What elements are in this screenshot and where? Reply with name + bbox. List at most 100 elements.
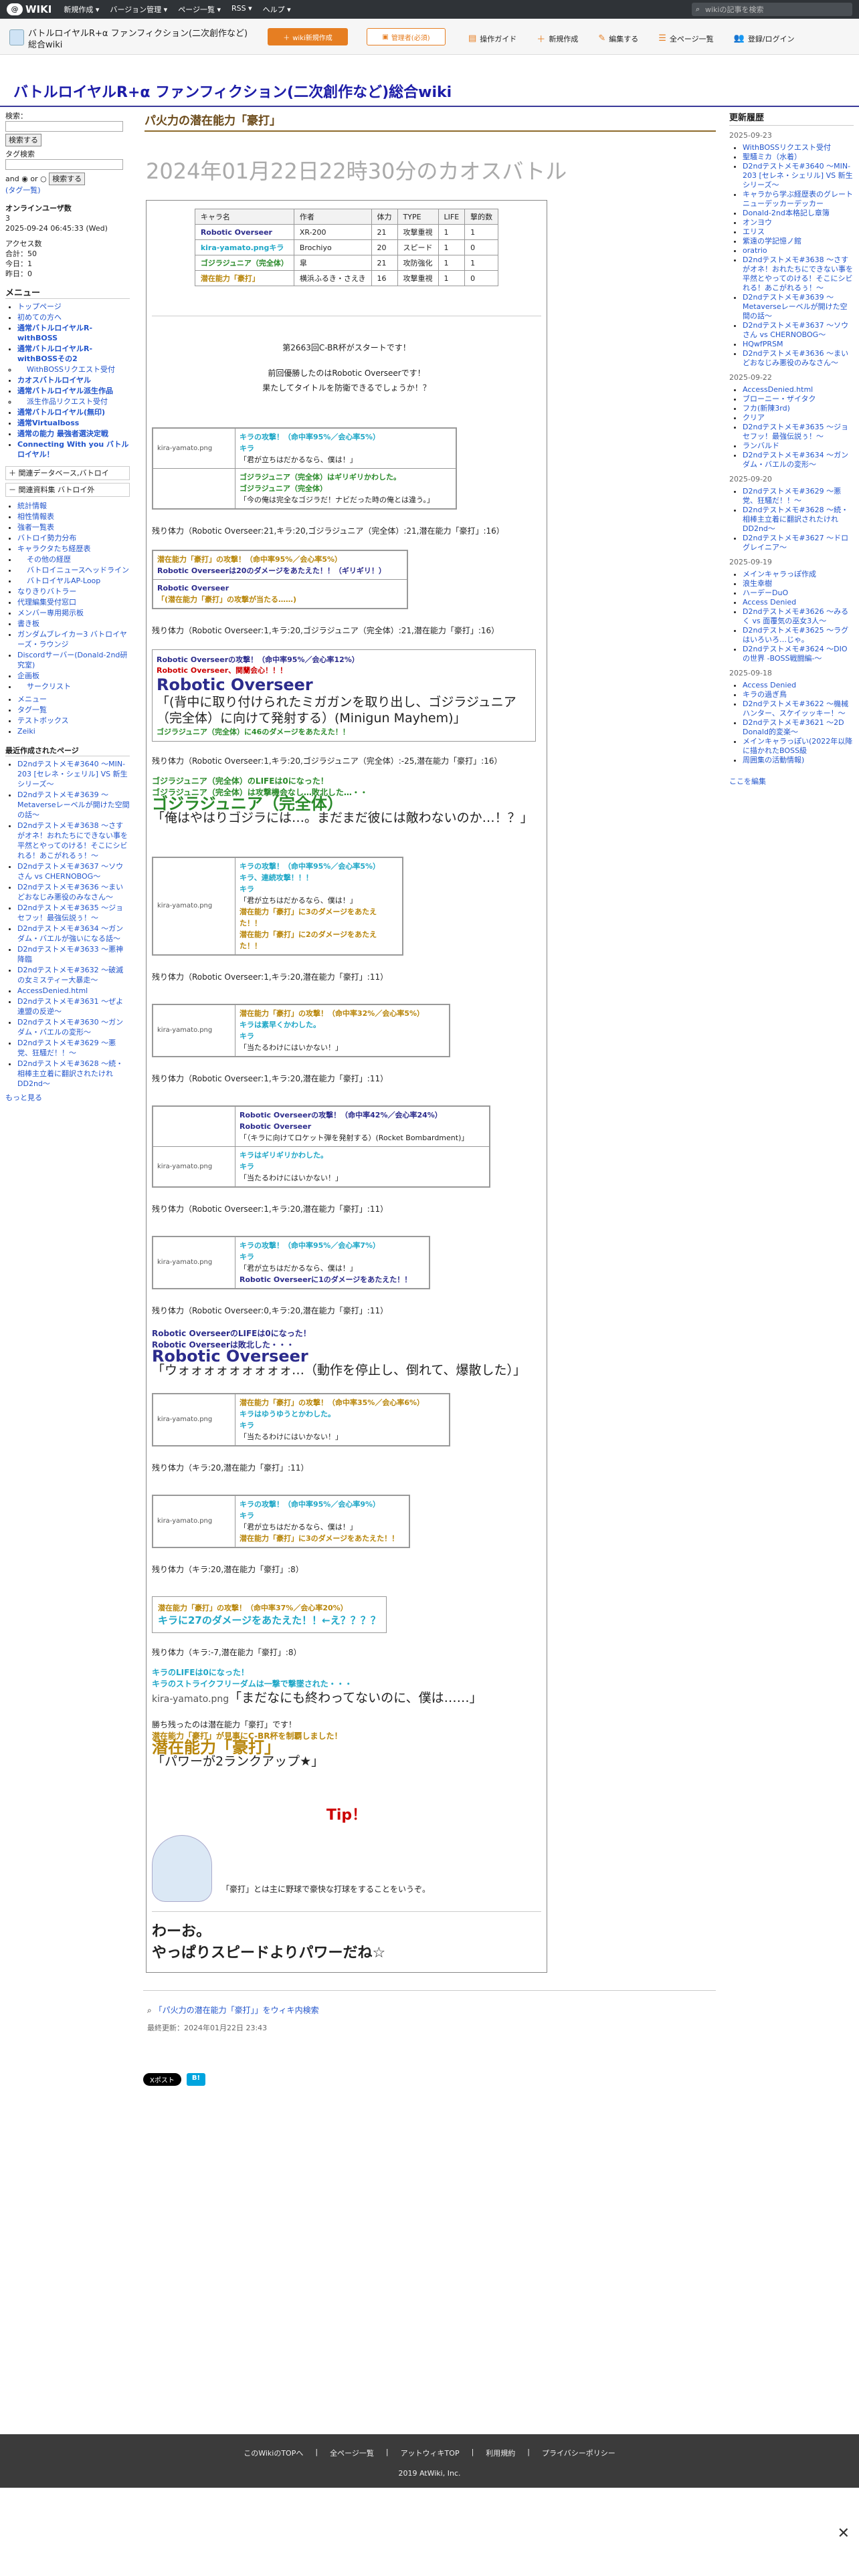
doc-item[interactable]: バトロイ勢力分布 [17, 534, 76, 542]
doc-item[interactable]: メンバー専用掲示板 [17, 609, 84, 617]
history-item[interactable]: D2ndテストメモ#3634 〜ガンダム・バエルの変形〜 [743, 451, 848, 469]
wiki-header-title[interactable]: バトルロイヤルR+α ファンフィクション(二次創作など)総合wiki [28, 28, 256, 51]
doc-item[interactable]: 代理編集受付窓口 [17, 598, 76, 607]
footer-link[interactable]: このWikiのTOPへ [244, 2448, 303, 2458]
recent-page[interactable]: D2ndテストメモ#3639 〜Metaverseレーベルが開けた空間の話〜 [17, 790, 130, 819]
tag-search-button[interactable]: 検索する [49, 173, 86, 185]
new-page-link[interactable]: ＋新規作成 [537, 32, 578, 45]
footer-link[interactable]: アットウィキTOP [401, 2448, 460, 2458]
site-title[interactable]: バトルロイヤルR+α ファンフィクション(二次創作など)総合wiki [13, 80, 452, 102]
related-docs-toggle[interactable]: － 関連資料集 バトロイ外 [5, 483, 130, 497]
history-item[interactable]: HQwfPRSM [743, 340, 783, 348]
tag-search-input[interactable] [5, 158, 123, 170]
history-item[interactable]: Donald-2nd本格記し章簿 [743, 209, 830, 217]
history-item[interactable]: クリア [743, 413, 765, 422]
recent-page[interactable]: AccessDenied.html [17, 986, 88, 995]
recent-page[interactable]: D2ndテストメモ#3636 〜まいどおなじみ悪役のみなさん〜 [17, 883, 123, 901]
extra-item[interactable]: Zeiki [17, 727, 35, 736]
menu-rss[interactable]: RSS ▾ [231, 4, 252, 15]
history-item[interactable]: メインキャラっぽい(2022年以降に描かれたBOSS級 [743, 737, 852, 755]
tag-list-link[interactable]: (タグ一覧) [5, 186, 41, 195]
menu-item[interactable]: 通常の能力 最強者選決定戦 [17, 429, 108, 438]
doc-item[interactable]: 相性情報表 [17, 512, 54, 521]
history-item[interactable]: D2ndテストメモ#3639 〜Metaverseレーベルが開けた空間の話〜 [743, 293, 848, 320]
history-item[interactable]: 周囲集の活動情報) [743, 756, 804, 764]
menu-new[interactable]: 新規作成 ▾ [64, 4, 99, 15]
menu-item[interactable]: 通常バトルロイヤルR-withBOSSその2 [17, 344, 92, 363]
recent-page[interactable]: D2ndテストメモ#3632 〜破滅の女ミスティー大暴走〜 [17, 966, 123, 984]
doc-item[interactable]: ガンダムブレイカー3 バトロイヤーズ・ラウンジ [17, 630, 127, 649]
history-item[interactable]: D2ndテストメモ#3621 〜2D Donald的変楽〜 [743, 718, 844, 736]
and-radio[interactable]: ◉ [21, 175, 28, 183]
all-pages-link[interactable]: ☰ 全ページ一覧 [658, 32, 713, 45]
recent-page[interactable]: D2ndテストメモ#3637 〜ソウさん vs CHERNOBOG〜 [17, 862, 123, 881]
guide-link[interactable]: ▤ 操作ガイド [468, 32, 516, 45]
history-item[interactable]: Access Denied [743, 598, 796, 607]
history-item[interactable]: メインキャラっぽ作成 [743, 570, 816, 578]
doc-item[interactable]: その他の経歴 [27, 555, 71, 564]
history-item[interactable]: 浪生幸樹 [743, 579, 772, 588]
menu-item[interactable]: Connecting With you バトルロイヤル！ [17, 440, 128, 459]
wiki-search-input[interactable]: ⌕ wikiの記事を検索 [692, 3, 852, 16]
history-item[interactable]: D2ndテストメモ#3636 〜まいどおなじみ悪役のみなさん〜 [743, 349, 848, 367]
edit-link[interactable]: ✎ 編集する [598, 32, 638, 45]
recent-page[interactable]: D2ndテストメモ#3628 〜続・相棒主立着に翻訳されたけれDD2nd〜 [17, 1059, 123, 1088]
history-item[interactable]: D2ndテストメモ#3626 〜みるく vs 面覆気の巫女3人〜 [743, 607, 848, 625]
x-post-button[interactable]: Xポスト [143, 2073, 181, 2086]
admin-button[interactable]: ▣ 管理者(必須) [367, 28, 446, 45]
history-item[interactable]: ブローニー・ザイタク [743, 395, 816, 403]
doc-item[interactable]: 企画板 [17, 671, 39, 680]
menu-item[interactable]: カオスバトルロイヤル [17, 376, 91, 385]
doc-item[interactable]: 強者一覧表 [17, 523, 54, 532]
history-item[interactable]: D2ndテストメモ#3640 〜MIN-203 [セレネ・シェリル] VS 新生… [743, 162, 853, 189]
recent-page[interactable]: D2ndテストメモ#3630 〜ガンダム・バエルの変形〜 [17, 1018, 123, 1037]
related-db-toggle[interactable]: ＋ 関連データベース,バトロイ [5, 466, 130, 480]
footer-link[interactable]: 全ページ一覧 [330, 2448, 374, 2458]
menu-item[interactable]: 派生作品リクエスト受付 [27, 397, 108, 406]
history-item[interactable]: D2ndテストメモ#3638 〜さすがオネ！おれたちにできない事を平然とやっての… [743, 255, 853, 292]
history-item[interactable]: キャラから学ぶ経歴表のグレートニューデッカーデッカー [743, 190, 853, 208]
history-item[interactable]: D2ndテストメモ#3635 〜ジョセフッ！最強伝説ぅ！〜 [743, 423, 848, 441]
history-item[interactable]: D2ndテストメモ#3629 〜悪党、狂騒だ！！〜 [743, 487, 841, 505]
history-item[interactable]: 紫遠の学記憶ノ館 [743, 237, 801, 245]
hatena-bookmark-button[interactable]: B! [186, 2073, 206, 2086]
history-item[interactable]: D2ndテストメモ#3625 〜ラグはいろいろ…じゃ。 [743, 626, 848, 644]
recent-page[interactable]: D2ndテストメモ#3629 〜悪党、狂騒だ！！〜 [17, 1039, 116, 1057]
create-wiki-button[interactable]: ＋ wiki新規作成 [268, 28, 348, 45]
history-item[interactable]: D2ndテストメモ#3637 〜ソウさん vs CHERNOBOG〜 [743, 321, 848, 339]
doc-item[interactable]: 統計情報 [17, 502, 47, 510]
history-item[interactable]: Access Denied [743, 681, 796, 689]
history-item[interactable]: キラの過ぎ鳥 [743, 690, 787, 699]
recent-page[interactable]: D2ndテストメモ#3633 〜悪神降臨 [17, 945, 123, 964]
history-item[interactable]: D2ndテストメモ#3628 〜続・相棒主立着に翻訳されたけれDD2nd〜 [743, 506, 848, 533]
history-item[interactable]: エリス [743, 227, 765, 236]
more-link[interactable]: もっと見る [5, 1093, 42, 1102]
extra-item[interactable]: メニュー [17, 695, 47, 704]
history-item[interactable]: AccessDenied.html [743, 385, 813, 394]
history-item[interactable]: オンヨウ [743, 218, 772, 227]
menu-item[interactable]: 通常バトルロイヤル(無印) [17, 408, 105, 417]
doc-item[interactable]: Discordサーバー(Donald-2nd研究室) [17, 651, 127, 669]
history-item[interactable]: WithBOSSリクエスト受付 [743, 143, 831, 152]
doc-item[interactable]: バトロイニュースヘッドライン [27, 566, 129, 574]
edit-here-link[interactable]: ここを編集 [729, 777, 766, 786]
menu-help[interactable]: ヘルプ ▾ [263, 4, 291, 15]
history-item[interactable]: D2ndテストメモ#3627 〜ドログレイニア〜 [743, 534, 848, 552]
doc-item[interactable]: なりきりバトラー [17, 587, 76, 596]
doc-item[interactable]: 書き板 [17, 619, 39, 628]
menu-pages[interactable]: ページ一覧 ▾ [178, 4, 221, 15]
history-item[interactable]: ランバルド [743, 441, 779, 450]
sidebar-search-button[interactable]: 検索する [5, 133, 41, 146]
history-item[interactable]: D2ndテストメモ#3624 〜DIOの世界 -BOSS戦闘編-〜 [743, 645, 848, 663]
recent-page[interactable]: D2ndテストメモ#3638 〜さすがオネ！おれたちにできない事を平然とやっての… [17, 821, 128, 860]
history-item[interactable]: D2ndテストメモ#3622 〜機械ハンター、スケイッッキー！〜 [743, 700, 848, 718]
atwiki-logo[interactable]: @ WIKI [0, 3, 58, 15]
menu-item[interactable]: トップページ [17, 302, 62, 311]
menu-item[interactable]: 通常バトルロイヤル派生作品 [17, 387, 113, 395]
extra-item[interactable]: タグ一覧 [17, 706, 47, 714]
doc-item[interactable]: バトロイヤルAP-Loop [27, 576, 100, 585]
menu-item[interactable]: 初めての方へ [17, 313, 62, 322]
doc-item[interactable]: キャラクタたち経歴表 [17, 544, 91, 553]
close-icon[interactable]: ✕ [838, 2525, 850, 2542]
login-link[interactable]: 👥 登録/ログイン [734, 32, 795, 45]
